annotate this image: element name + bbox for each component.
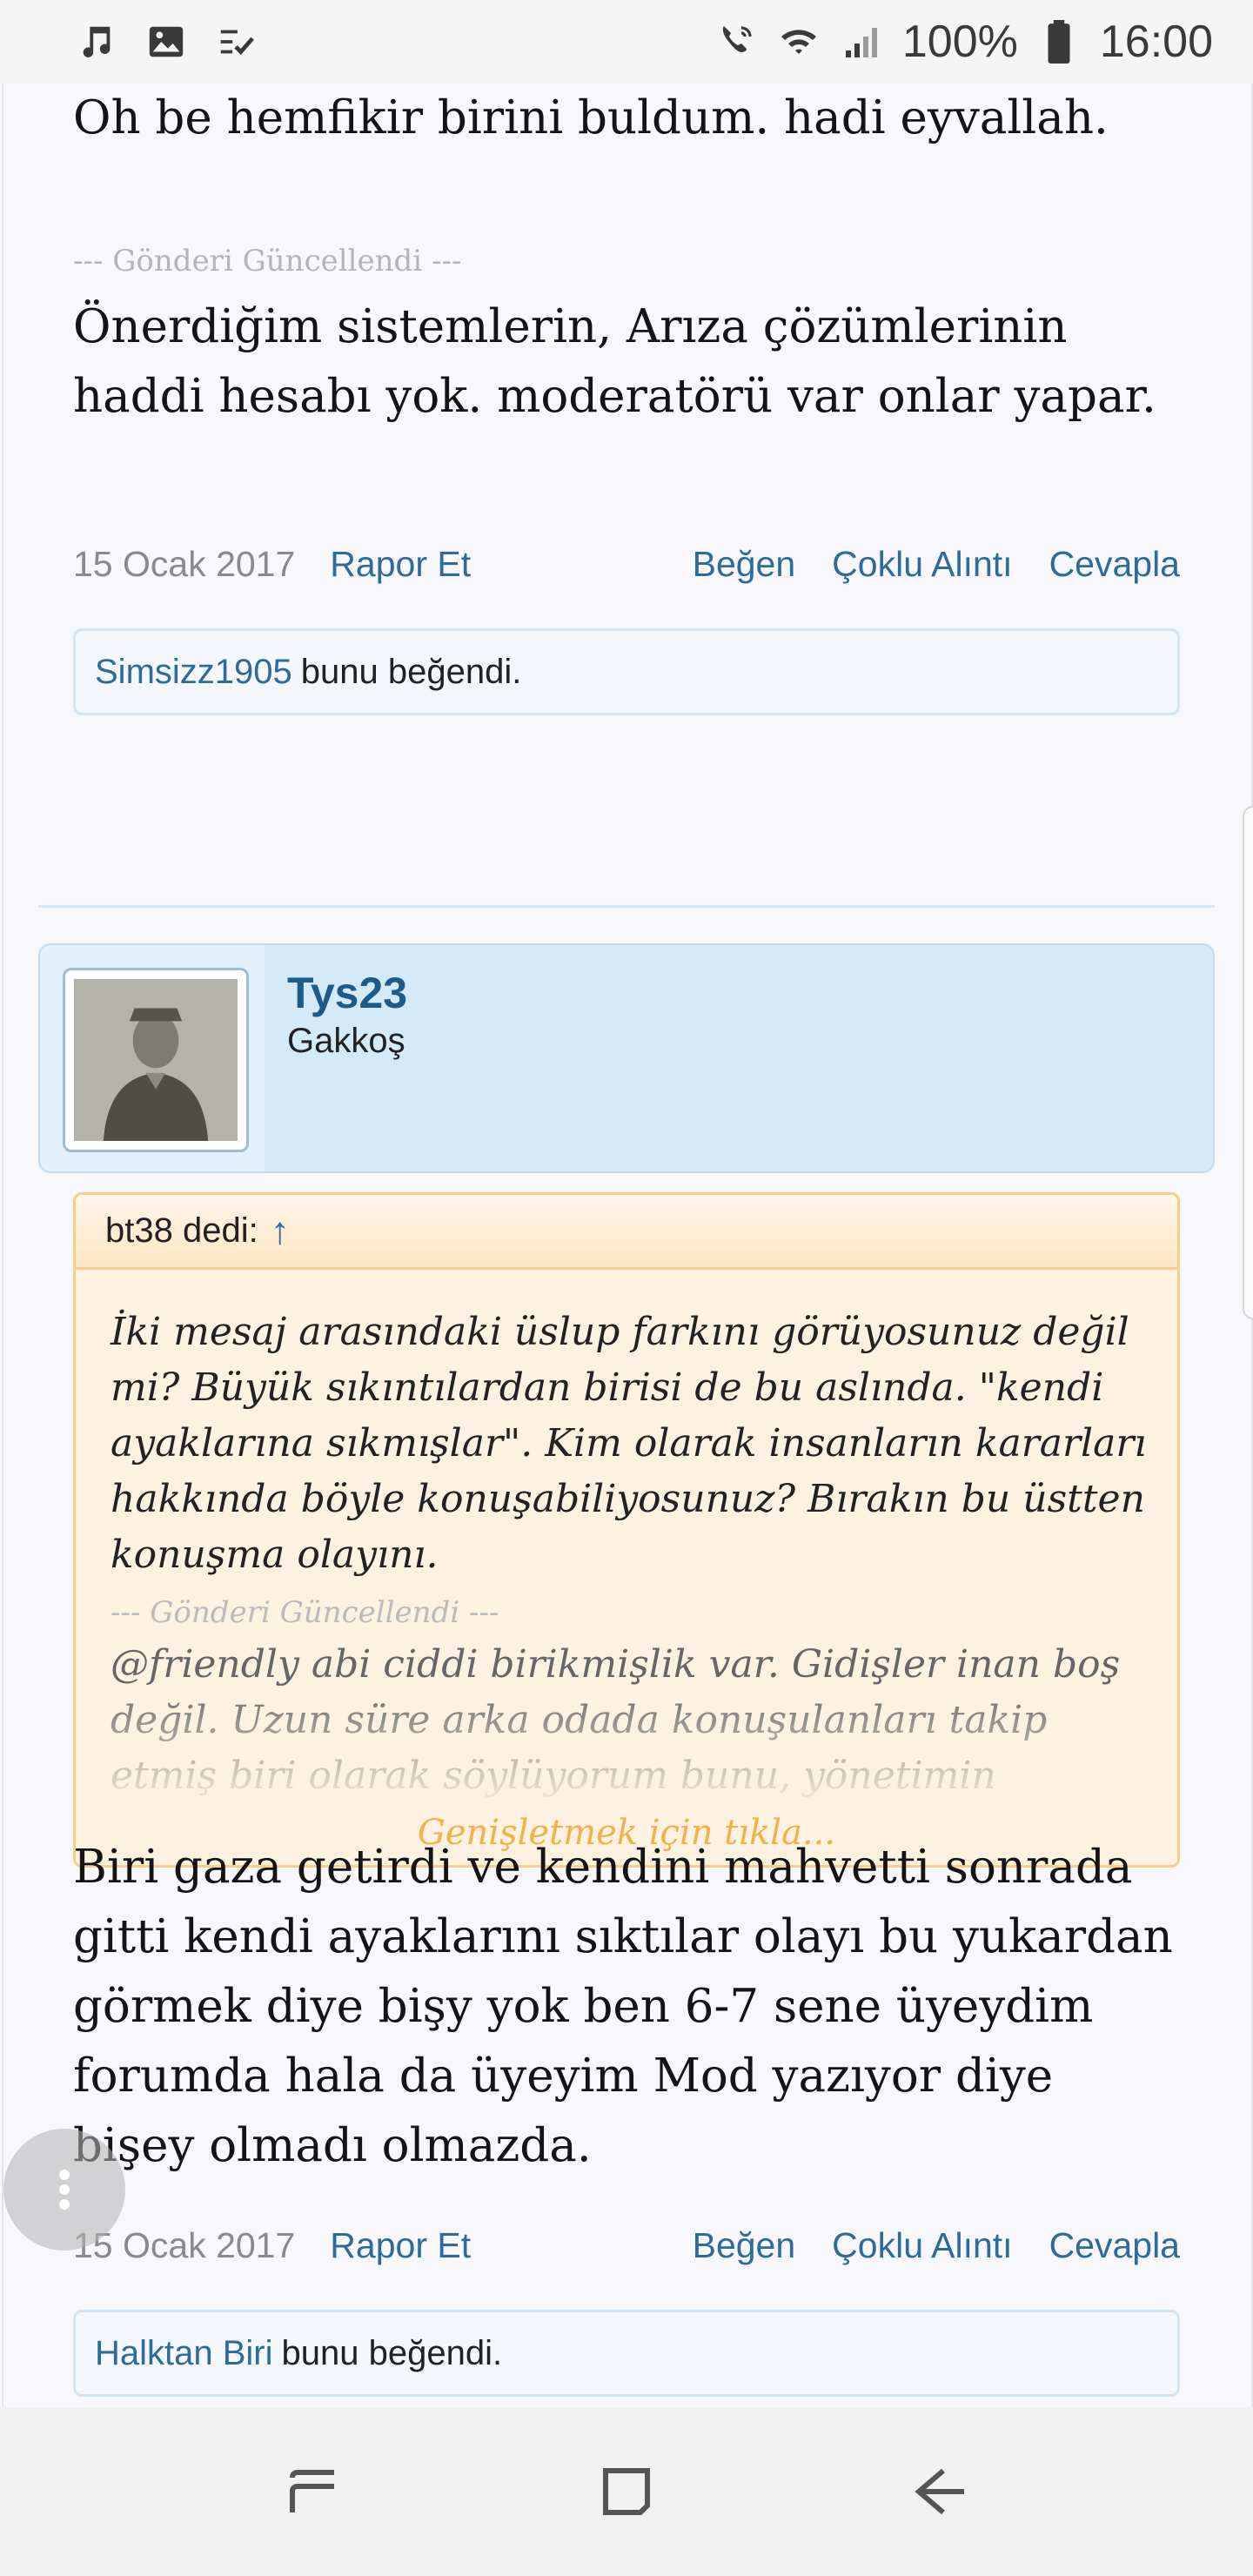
liked-by-user-link[interactable]: Simsizz1905 <box>95 653 292 692</box>
username-link[interactable]: Tys23 <box>287 968 407 1018</box>
post-updated-label: --- Gönderi Güncellendi --- <box>73 244 462 278</box>
system-status: 100% 16:00 <box>714 16 1213 68</box>
image-icon <box>144 20 188 64</box>
post-divider <box>38 905 1215 908</box>
report-link[interactable]: Rapor Et <box>330 2225 471 2266</box>
post-meta-row: 15 Ocak 2017 Rapor Et Beğen Çoklu Alıntı… <box>73 538 1180 590</box>
reply-link[interactable]: Cevapla <box>1049 544 1180 585</box>
avatar-photo <box>74 979 238 1141</box>
quote-fade <box>76 1682 1177 1804</box>
likes-summary: Halktan Biri bunu beğendi. <box>73 2310 1180 2397</box>
likes-summary: Simsizz1905 bunu beğendi. <box>73 628 1180 715</box>
battery-icon <box>1037 20 1081 64</box>
liked-by-suffix: bunu beğendi. <box>281 2333 503 2372</box>
music-icon <box>75 20 118 64</box>
back-icon[interactable] <box>888 2439 992 2544</box>
multiquote-link[interactable]: Çoklu Alıntı <box>832 544 1012 585</box>
wifi-icon <box>777 20 821 64</box>
post-message: Oh be hemfikir birini buldum. hadi eyval… <box>73 91 1109 144</box>
liked-by-suffix: bunu beğendi. <box>300 652 522 691</box>
avatar[interactable] <box>63 968 249 1152</box>
post-meta-row: 15 Ocak 2017 Rapor Et Beğen Çoklu Alıntı… <box>73 2219 1180 2271</box>
navigation-bar <box>0 2407 1253 2576</box>
content-border-left <box>2 84 3 2407</box>
quote-author: bt38 dedi: <box>105 1211 258 1250</box>
status-bar: 100% 16:00 <box>0 0 1253 84</box>
quote-jump-icon[interactable]: ↑ <box>271 1210 290 1253</box>
like-link[interactable]: Beğen <box>693 544 796 585</box>
post-message: Biri gaza getirdi ve kendini mahvetti so… <box>73 1841 1173 2172</box>
user-title: Gakkoş <box>287 1022 405 1060</box>
multiquote-link[interactable]: Çoklu Alıntı <box>832 2225 1012 2266</box>
more-vertical-icon <box>59 2165 70 2214</box>
forum-thread: Oh be hemfikir birini buldum. hadi eyval… <box>0 84 1253 2407</box>
like-link[interactable]: Beğen <box>693 2225 796 2266</box>
post-date: 15 Ocak 2017 <box>73 543 296 584</box>
user-card: Tys23 Gakkoş <box>38 943 1215 1173</box>
recent-apps-icon[interactable] <box>261 2439 365 2544</box>
wifi-calling-icon <box>714 20 758 64</box>
quote-header: bt38 dedi: ↑ <box>76 1195 1177 1270</box>
battery-percent: 100% <box>901 17 1018 67</box>
avatar-panel <box>40 945 265 1171</box>
post-message-update: Önerdiğim sistemlerin, Arıza çözümlerini… <box>73 300 1156 423</box>
scroll-handle[interactable] <box>1243 806 1253 1319</box>
post-actions: Beğen Çoklu Alıntı Cevapla <box>693 544 1180 585</box>
report-link[interactable]: Rapor Et <box>330 544 471 585</box>
quote-text: İki mesaj arasındaki üslup farkını görüy… <box>111 1310 1147 1577</box>
clock: 16:00 <box>1099 17 1213 67</box>
home-icon[interactable] <box>574 2439 679 2544</box>
reply-link[interactable]: Cevapla <box>1049 2225 1180 2266</box>
checklist-icon <box>214 20 258 64</box>
signal-icon <box>840 20 883 64</box>
floating-menu-button[interactable] <box>3 2129 125 2251</box>
liked-by-user-link[interactable]: Halktan Biri <box>95 2334 273 2373</box>
notification-icons <box>75 20 258 64</box>
post-actions: Beğen Çoklu Alıntı Cevapla <box>693 2225 1180 2266</box>
quote-updated-label: --- Gönderi Güncellendi --- <box>111 1595 499 1630</box>
quote-block: bt38 dedi: ↑ İki mesaj arasındaki üslup … <box>73 1192 1180 1868</box>
